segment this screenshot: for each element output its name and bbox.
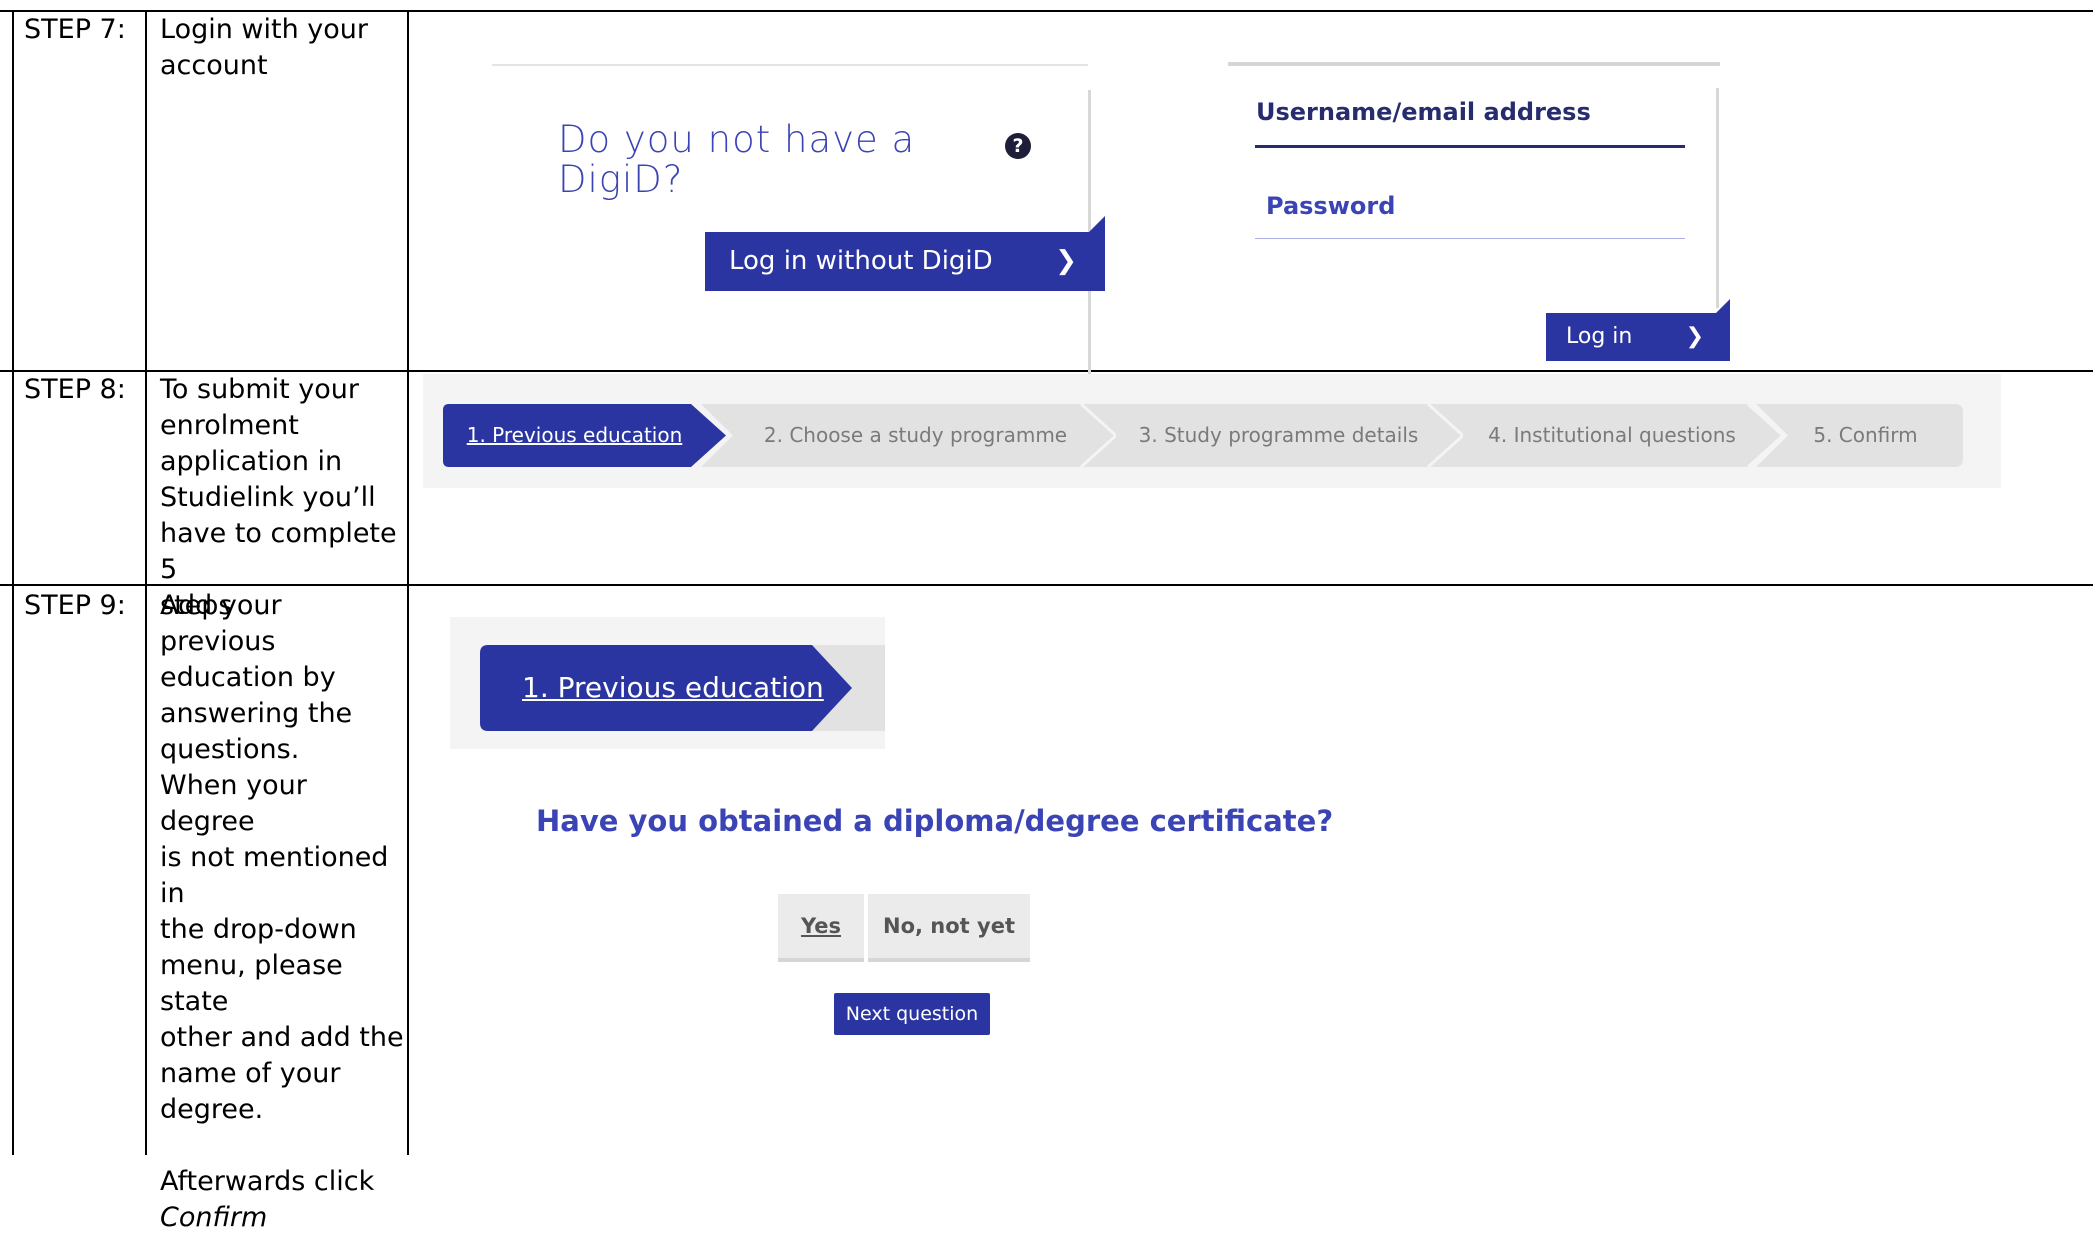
description-line: account [160, 50, 268, 81]
step-7-label: STEP 7: [24, 14, 126, 45]
step-9-description: Add your previous education by answering… [160, 588, 405, 1236]
panel-border [492, 64, 1088, 66]
stepper-step-institutional-questions[interactable]: 4. Institutional questions [1427, 404, 1783, 467]
yes-button[interactable]: Yes [778, 894, 864, 962]
description-line: menu, please state [160, 950, 343, 1017]
description-line: enrolment [160, 410, 299, 441]
stepper-step-study-programme-details[interactable]: 3. Study programme details [1080, 404, 1463, 467]
next-question-button[interactable]: Next question [834, 993, 990, 1035]
stepper-step-label: 4. Institutional questions [1488, 423, 1736, 447]
password-field[interactable]: Password [1266, 192, 1395, 220]
description-line: other and add the [160, 1022, 404, 1053]
step-9-label: STEP 9: [24, 590, 126, 621]
table-column-divider [407, 10, 409, 1155]
table-border-left [12, 10, 14, 1155]
description-line: When your degree [160, 770, 307, 837]
login-without-digid-button[interactable]: Log in without DigiD ❯ [705, 216, 1105, 291]
login-button-label: Log in [1566, 324, 1633, 349]
button-fold [1089, 216, 1105, 232]
description-line: questions. [160, 734, 300, 765]
description-line: application in [160, 446, 343, 477]
description-line: To submit your [160, 374, 360, 405]
description-line: education by [160, 662, 336, 693]
stepper-step-label: 3. Study programme details [1138, 423, 1419, 447]
login-button[interactable]: Log in ❯ [1546, 299, 1730, 361]
login-without-digid-label: Log in without DigiD [729, 246, 993, 276]
previous-education-step-label[interactable]: 1. Previous education [522, 645, 824, 731]
description-line: answering the [160, 698, 353, 729]
login-panel-border [1228, 62, 1720, 66]
description-line [160, 1128, 405, 1164]
diploma-question: Have you obtained a diploma/degree certi… [536, 804, 1334, 838]
login-panel-border [1716, 88, 1719, 308]
stepper-step-label: 2. Choose a study programme [763, 423, 1068, 447]
no-digid-question: Do you not have a DigiD? [558, 118, 916, 201]
description-line: Confirm [160, 1200, 405, 1236]
button-fold [1716, 299, 1730, 313]
description-line: degree. [160, 1094, 264, 1125]
chevron-right-icon: ❯ [1055, 246, 1077, 276]
chevron-right-icon: ❯ [1685, 324, 1704, 349]
description-line: Afterwards click [160, 1166, 375, 1197]
description-line: the drop-down [160, 914, 357, 945]
table-column-divider [145, 10, 147, 1155]
username-field[interactable]: Username/email address [1256, 98, 1591, 126]
description-line: name of your [160, 1058, 341, 1089]
step-7-description: Login with your account [160, 12, 405, 84]
description-line: is not mentioned in [160, 842, 389, 909]
no-not-yet-button[interactable]: No, not yet [868, 894, 1030, 962]
stepper-step-choose-study-programme[interactable]: 2. Choose a study programme [701, 404, 1116, 467]
step-8-label: STEP 8: [24, 374, 126, 405]
stepper-step-previous-education[interactable]: 1. Previous education [443, 404, 726, 467]
description-line: Login with your [160, 14, 368, 45]
stepper-step-label: 5. Confirm [1813, 423, 1918, 447]
question-circle-icon[interactable]: ? [1005, 133, 1031, 159]
password-underline [1255, 238, 1685, 239]
confirm-emphasis: Confirm [160, 1202, 268, 1233]
description-line: have to complete 5 [160, 518, 397, 585]
stepper-step-label: 1. Previous education [466, 423, 683, 447]
description-line: Studielink you’ll [160, 482, 376, 513]
description-line: Add your previous [160, 590, 282, 657]
username-underline [1255, 145, 1685, 148]
step-8-description: To submit your enrolment application in … [160, 372, 405, 624]
